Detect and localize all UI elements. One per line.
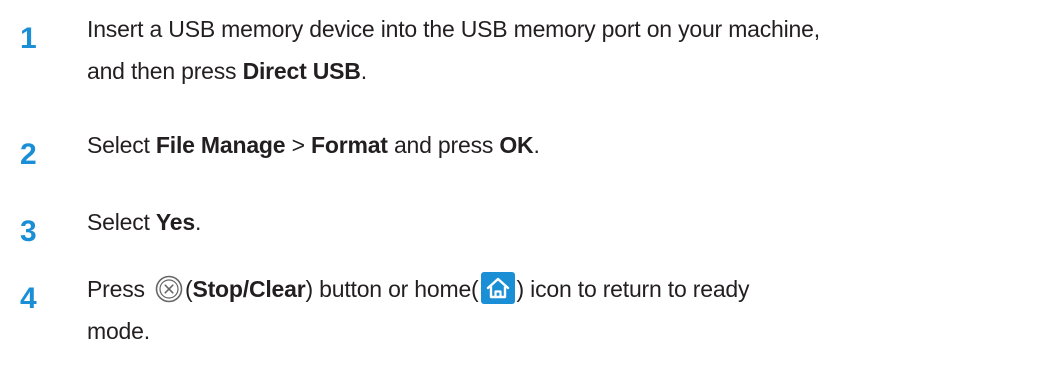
step-4-text-4: ) icon to return to ready — [516, 276, 750, 302]
step-3-text-2: . — [194, 209, 202, 235]
step-4-line-2: mode. — [87, 318, 150, 344]
file-manage-label: File Manage — [155, 132, 286, 158]
step-2-text-3: and press — [387, 132, 500, 158]
step-1-line-2-suffix: . — [360, 58, 367, 84]
step-number: 3 — [20, 215, 37, 248]
yes-label: Yes — [155, 209, 195, 235]
home-icon — [480, 271, 515, 304]
instruction-steps: 1 Insert a USB memory device into the US… — [0, 0, 1038, 369]
direct-usb-label: Direct USB — [242, 58, 361, 84]
stop-clear-label: Stop/Clear — [192, 276, 306, 302]
step-2-text-1: Select — [87, 132, 156, 158]
step-text: Press (Stop/Clear) button or home() icon… — [87, 268, 1032, 352]
format-label: Format — [311, 132, 388, 158]
step-1-line-2-prefix: and then press — [87, 58, 243, 84]
step-number: 2 — [20, 138, 37, 171]
stop-clear-icon — [155, 274, 183, 303]
step-1-line-1: Insert a USB memory device into the USB … — [87, 16, 820, 42]
ok-label: OK — [499, 132, 534, 158]
step-3-text-1: Select — [87, 209, 156, 235]
step-number: 4 — [20, 282, 37, 315]
step-text: Select Yes. — [87, 201, 1032, 243]
step-2-text-4: . — [533, 132, 540, 158]
step-4-text-3: ) button or home( — [305, 276, 479, 302]
step-4-text-1: Press — [87, 276, 151, 302]
step-number: 1 — [20, 22, 37, 55]
step-2-text-2: > — [285, 132, 311, 158]
step-text: Insert a USB memory device into the USB … — [87, 8, 1032, 92]
step-text: Select File Manage > Format and press OK… — [87, 124, 1032, 166]
